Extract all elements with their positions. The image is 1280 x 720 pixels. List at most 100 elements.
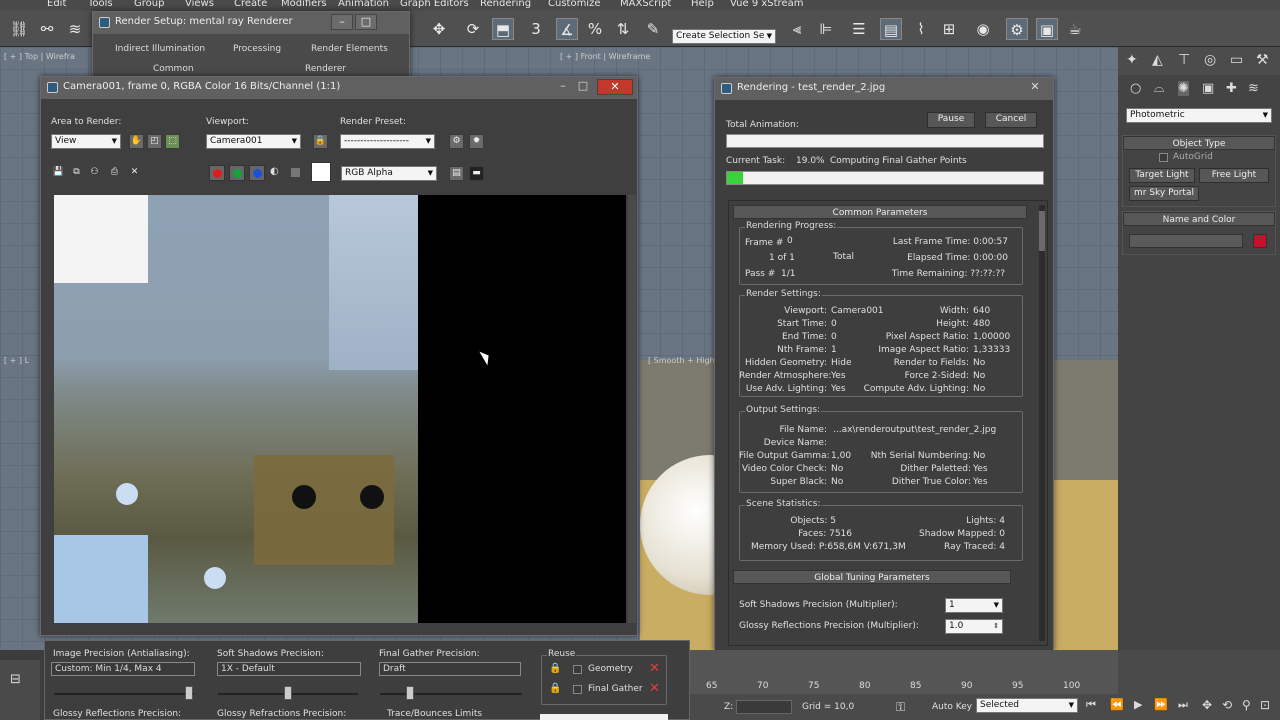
name-color-header[interactable]: Name and Color: [1123, 212, 1275, 226]
geometry-checkbox[interactable]: [573, 665, 582, 674]
utilities-tab-icon[interactable]: ⚒: [1256, 52, 1269, 68]
menu-item-graph-editors[interactable]: Graph Editors: [400, 0, 469, 9]
auto-key-button[interactable]: Auto Key: [932, 702, 972, 712]
timeline-track[interactable]: [690, 650, 1118, 694]
go-to-end-icon[interactable]: ⏭: [1178, 698, 1188, 712]
close-icon[interactable]: ✕: [1025, 80, 1045, 96]
rendered-image[interactable]: [54, 195, 626, 623]
scrollbar-vertical[interactable]: [628, 195, 636, 623]
bind-spacewarp-icon[interactable]: ≋: [64, 18, 86, 40]
maximize-viewport-icon[interactable]: ⊡: [1260, 698, 1270, 712]
angle-snap-icon[interactable]: ∡: [556, 18, 578, 40]
frame-window-titlebar[interactable]: Camera001, frame 0, RGBA Color 16 Bits/C…: [41, 77, 637, 99]
select-rotate-icon[interactable]: ⟳: [462, 18, 484, 40]
rendering-titlebar[interactable]: Rendering - test_render_2.jpg: [715, 78, 1053, 100]
modify-tab-icon[interactable]: ◭: [1152, 52, 1163, 68]
menu-item-views[interactable]: Views: [185, 0, 214, 9]
select-scale-icon[interactable]: ⬒: [492, 18, 514, 40]
clone-window-icon[interactable]: ⚇: [87, 166, 102, 181]
final-gather-field[interactable]: Draft: [379, 662, 521, 676]
final-gather-thumb[interactable]: [406, 686, 414, 700]
display-tab-icon[interactable]: ▭: [1230, 52, 1243, 68]
soft-shadows-thumb[interactable]: [284, 686, 292, 700]
play-icon[interactable]: ▶: [1134, 698, 1142, 711]
channel-dropdown[interactable]: RGB Alpha ▼: [341, 166, 437, 181]
shapes-icon[interactable]: ⌓: [1154, 81, 1164, 96]
clear-final-gather-icon[interactable]: ✕: [649, 681, 660, 696]
pan-icon[interactable]: ✥: [1202, 698, 1212, 712]
maximize-button[interactable]: □: [355, 14, 377, 30]
maxscript-listener-icon[interactable]: ⊟: [10, 672, 21, 687]
render-region-icon[interactable]: ⬚: [165, 134, 180, 149]
next-frame-icon[interactable]: ⏩: [1154, 698, 1168, 711]
menu-item-edit[interactable]: Edit: [47, 0, 66, 9]
menu-item-animation[interactable]: Animation: [338, 0, 389, 9]
close-button[interactable]: ✕: [597, 79, 633, 95]
mr-sky-portal-button[interactable]: mr Sky Portal: [1129, 186, 1199, 201]
pause-button[interactable]: Pause: [927, 112, 975, 128]
target-light-button[interactable]: Target Light: [1129, 168, 1195, 183]
edit-region-icon[interactable]: ✋: [129, 134, 144, 149]
menu-item-create[interactable]: Create: [234, 0, 267, 9]
orbit-icon[interactable]: ⟲: [1222, 698, 1232, 712]
schematic-view-icon[interactable]: ⊞: [938, 18, 960, 40]
params-scrollbar-thumb[interactable]: [1039, 211, 1045, 251]
auto-region-icon[interactable]: ◰: [147, 134, 162, 149]
layer-manager-icon[interactable]: ☰: [848, 18, 870, 40]
save-image-icon[interactable]: 💾: [51, 166, 66, 181]
clear-image-icon[interactable]: ✕: [127, 166, 142, 181]
spinner-snap-icon[interactable]: ⇅: [612, 18, 634, 40]
material-editor-icon[interactable]: ◉: [972, 18, 994, 40]
lights-icon[interactable]: ✺: [1178, 81, 1189, 96]
tab-common[interactable]: Common: [153, 64, 194, 74]
lock-geometry-icon[interactable]: 🔒: [549, 663, 561, 674]
menu-item-vue-9-xstream[interactable]: Vue 9 xStream: [730, 0, 803, 9]
previous-frame-icon[interactable]: ⏪: [1110, 698, 1124, 711]
environment-icon[interactable]: ✹: [469, 134, 484, 149]
glossy-multiplier-spinner[interactable]: 1.0 ⇕: [945, 619, 1003, 634]
minimize-button[interactable]: –: [331, 14, 353, 30]
link-icon[interactable]: ⛓: [8, 18, 30, 40]
cancel-button[interactable]: Cancel: [985, 112, 1037, 128]
image-precision-thumb[interactable]: [185, 686, 193, 700]
graphite-toolbar-icon[interactable]: ▤: [880, 18, 902, 40]
snap-3-icon[interactable]: 3: [525, 18, 547, 40]
viewport-label-front[interactable]: [ + ] Front | Wireframe: [560, 52, 650, 61]
global-tuning-header[interactable]: Global Tuning Parameters: [733, 570, 1011, 584]
z-coord-field[interactable]: [736, 700, 792, 714]
menu-item-maxscript[interactable]: MAXScript: [620, 0, 671, 9]
menu-item-modifiers[interactable]: Modifiers: [281, 0, 327, 9]
percent-snap-icon[interactable]: %: [584, 18, 606, 40]
menu-item-tools[interactable]: Tools: [88, 0, 113, 9]
free-light-button[interactable]: Free Light: [1199, 168, 1269, 183]
params-scrollbar[interactable]: [1039, 205, 1045, 641]
unlink-icon[interactable]: ⚯: [36, 18, 58, 40]
green-channel-button[interactable]: [229, 165, 245, 181]
lock-final-gather-icon[interactable]: 🔒: [549, 683, 561, 694]
maximize-button[interactable]: □: [573, 79, 593, 95]
key-icon[interactable]: ⚿: [896, 700, 905, 715]
spacewarps-icon[interactable]: ≋: [1248, 81, 1259, 96]
image-precision-field[interactable]: Custom: Min 1/4, Max 4: [51, 662, 195, 676]
viewport-label-left[interactable]: [ + ] L: [4, 356, 29, 365]
key-filter-dropdown[interactable]: Selected ▼: [976, 698, 1078, 713]
tab-processing[interactable]: Processing: [233, 44, 281, 54]
image-precision-slider[interactable]: [54, 693, 194, 695]
menu-item-rendering[interactable]: Rendering: [480, 0, 531, 9]
print-image-icon[interactable]: ⎙: [107, 166, 122, 181]
hierarchy-tab-icon[interactable]: ⊤: [1178, 52, 1190, 68]
monochrome-icon[interactable]: [291, 168, 300, 177]
viewport-label-persp[interactable]: [ Smooth + High: [648, 356, 715, 365]
object-color-swatch[interactable]: [1253, 234, 1267, 248]
color-swatch[interactable]: [311, 162, 331, 182]
tab-indirect-illumination[interactable]: Indirect Illumination: [115, 44, 205, 54]
lock-viewport-icon[interactable]: 🔒: [313, 134, 328, 149]
trace-field[interactable]: [540, 714, 668, 720]
geometry-icon[interactable]: ○: [1130, 81, 1141, 96]
cameras-icon[interactable]: ▣: [1202, 81, 1214, 96]
soft-shadows-field[interactable]: 1X - Default: [217, 662, 361, 676]
area-to-render-dropdown[interactable]: View ▼: [51, 134, 121, 149]
select-move-icon[interactable]: ✥: [428, 18, 450, 40]
clear-geometry-icon[interactable]: ✕: [649, 661, 660, 676]
red-channel-button[interactable]: [209, 165, 225, 181]
